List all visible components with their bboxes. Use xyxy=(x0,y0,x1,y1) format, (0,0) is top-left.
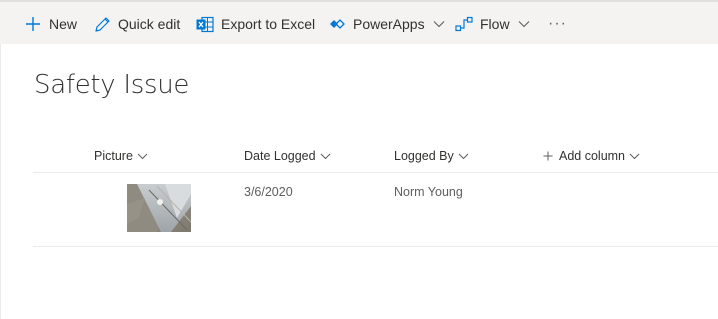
row-divider xyxy=(33,246,718,247)
chevron-down-icon xyxy=(518,20,530,28)
chevron-down-icon xyxy=(137,153,148,160)
more-options-button[interactable]: ··· xyxy=(548,2,567,46)
flow-button[interactable]: Flow xyxy=(455,2,530,46)
export-to-excel-label: Export to Excel xyxy=(221,16,316,32)
more-icon: ··· xyxy=(548,15,567,32)
plus-icon xyxy=(24,15,42,33)
new-button[interactable]: New xyxy=(24,2,77,46)
column-header-picture[interactable]: Picture xyxy=(94,145,148,167)
pencil-icon xyxy=(93,15,111,33)
plus-icon xyxy=(543,151,553,161)
powerapps-icon xyxy=(328,15,346,33)
add-column-label: Add column xyxy=(559,149,626,163)
chevron-down-icon xyxy=(458,153,469,160)
powerapps-label: PowerApps xyxy=(353,16,425,32)
flow-icon xyxy=(455,15,473,33)
page-title: Safety Issue xyxy=(34,70,190,100)
column-header-logged-by[interactable]: Logged By xyxy=(394,145,469,167)
chevron-down-icon xyxy=(320,153,331,160)
table-row[interactable]: 3/6/2020 Norm Young xyxy=(33,173,718,246)
powerapps-button[interactable]: PowerApps xyxy=(328,2,445,46)
picture-thumbnail[interactable] xyxy=(127,184,191,232)
chevron-down-icon xyxy=(629,153,640,160)
flow-label: Flow xyxy=(480,16,510,32)
date-logged-cell: 3/6/2020 xyxy=(244,185,293,199)
export-to-excel-button[interactable]: Export to Excel xyxy=(196,2,315,46)
command-bar: New Quick edit Export to Excel PowerApps xyxy=(0,0,718,44)
left-rail-divider xyxy=(0,44,1,319)
logged-by-cell[interactable]: Norm Young xyxy=(394,185,463,199)
chevron-down-icon xyxy=(433,20,445,28)
quick-edit-button[interactable]: Quick edit xyxy=(93,2,180,46)
new-label: New xyxy=(49,16,78,32)
column-header-date-logged[interactable]: Date Logged xyxy=(244,145,331,167)
add-column-button[interactable]: Add column xyxy=(543,145,640,167)
quick-edit-label: Quick edit xyxy=(118,16,181,32)
excel-icon xyxy=(196,15,214,33)
column-header-label: Logged By xyxy=(394,149,454,163)
column-header-label: Date Logged xyxy=(244,149,316,163)
column-header-label: Picture xyxy=(94,149,133,163)
